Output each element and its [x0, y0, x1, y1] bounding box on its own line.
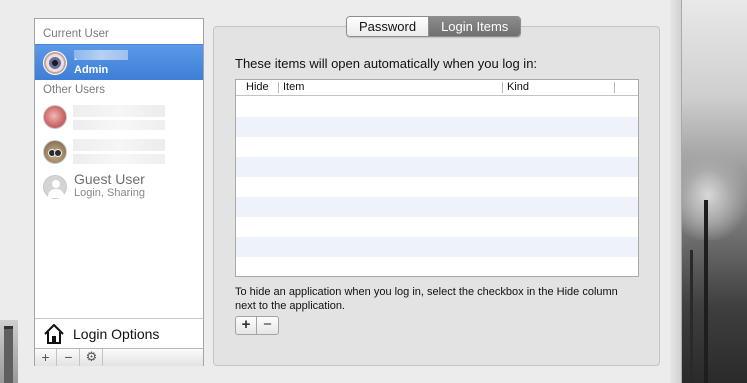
- redacted-user-detail: [73, 120, 165, 130]
- redacted-user-name: [73, 139, 165, 151]
- user-name: .: [74, 49, 78, 63]
- user-row-other-1[interactable]: [35, 99, 203, 135]
- column-header-kind[interactable]: Kind: [507, 81, 529, 93]
- remove-user-button[interactable]: −: [58, 349, 80, 366]
- table-row: [236, 157, 638, 177]
- redacted-user-name: [73, 105, 165, 117]
- gear-icon[interactable]: ⚙: [81, 349, 103, 366]
- table-row: [236, 197, 638, 217]
- users-list-toolbar: + − ⚙: [35, 348, 203, 366]
- login-items-add-remove: + −: [235, 316, 279, 335]
- guest-user-name: Guest User: [74, 171, 145, 187]
- desktop-wallpaper: [682, 0, 747, 383]
- wallpaper-post: [690, 250, 693, 383]
- table-header: Hide Item Kind: [236, 80, 638, 96]
- users-list[interactable]: Current User . Admin Other Users Guest U…: [34, 18, 204, 366]
- hide-application-hint: To hide an application when you log in, …: [235, 286, 618, 312]
- column-divider: [614, 82, 615, 93]
- add-login-item-button[interactable]: +: [236, 317, 257, 334]
- user-row-other-2[interactable]: [35, 134, 203, 170]
- add-user-button[interactable]: +: [35, 349, 57, 366]
- user-row-guest[interactable]: Guest User Login, Sharing: [35, 169, 203, 205]
- column-header-item[interactable]: Item: [283, 81, 304, 93]
- user-role: Admin: [74, 64, 109, 76]
- other-users-section-label: Other Users: [43, 84, 105, 96]
- desktop-background: [0, 320, 18, 383]
- tab-login-items[interactable]: Login Items: [429, 17, 521, 36]
- column-header-hide[interactable]: Hide: [246, 81, 269, 93]
- wallpaper-smoke: [682, 150, 747, 240]
- user-row-current-admin[interactable]: . Admin: [35, 44, 203, 80]
- guest-user-subtitle: Login, Sharing: [74, 187, 145, 199]
- login-items-table[interactable]: Hide Item Kind: [235, 79, 639, 277]
- table-row: [236, 237, 638, 257]
- redacted-user-detail: [73, 154, 165, 164]
- window-edge: [670, 0, 682, 383]
- table-row: [236, 117, 638, 137]
- user-avatar: [43, 51, 67, 75]
- column-divider: [278, 82, 279, 93]
- login-items-description: These items will open automatically when…: [235, 56, 538, 71]
- login-options-label: Login Options: [73, 326, 160, 342]
- wallpaper-post: [704, 200, 708, 383]
- tab-bar: Password Login Items: [346, 16, 522, 37]
- lighthouse-shape: [4, 326, 13, 383]
- tab-password[interactable]: Password: [347, 17, 430, 36]
- current-user-section-label: Current User: [43, 28, 109, 40]
- user-avatar: [43, 140, 67, 164]
- login-options-item[interactable]: Login Options: [35, 318, 203, 348]
- user-avatar: [43, 105, 67, 129]
- guest-user-icon: [43, 175, 67, 199]
- remove-login-item-button[interactable]: −: [257, 317, 278, 334]
- column-divider: [502, 82, 503, 93]
- house-icon: [44, 324, 64, 344]
- redacted-user-name: [74, 50, 128, 60]
